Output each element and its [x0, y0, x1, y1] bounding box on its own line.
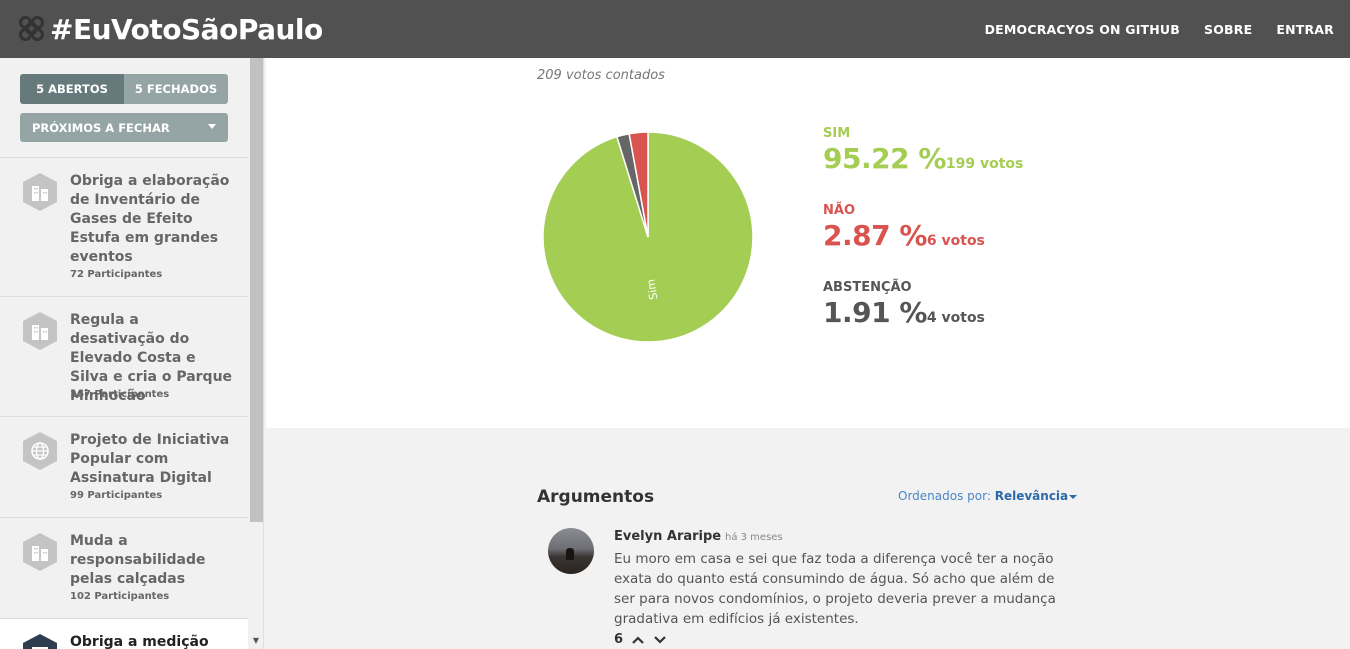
law-participants: 167 Participantes: [70, 389, 170, 400]
tab-closed[interactable]: 5 FECHADOS: [124, 74, 228, 104]
result-no-votes: 6 votos: [926, 233, 985, 249]
sort-dropdown-label: PRÓXIMOS A FECHAR: [32, 120, 170, 135]
results-panel: [266, 58, 1350, 428]
nav-entrar-link[interactable]: ENTRAR: [1276, 22, 1334, 37]
building-icon: [23, 533, 57, 571]
result-no-percent: 2.87 %: [823, 219, 927, 252]
comment-author[interactable]: Evelyn Araripe: [614, 529, 721, 544]
law-item[interactable]: Projeto de Iniciativa Popular com Assina…: [0, 416, 248, 517]
law-title: Obriga a medição: [70, 634, 209, 649]
sidebar: 5 ABERTOS 5 FECHADOS PRÓXIMOS A FECHAR O…: [0, 58, 264, 649]
order-value[interactable]: Relevância: [995, 489, 1068, 503]
results-pie-chart: Sim: [543, 132, 753, 342]
logo[interactable]: #EuVotoSãoPaulo: [18, 0, 323, 58]
comment-votes: 6: [614, 632, 667, 647]
result-yes-votes: 199 votos: [945, 156, 1024, 172]
law-participants: 72 Participantes: [70, 269, 163, 280]
comment-text: Eu moro em casa e sei que faz toda a dif…: [614, 551, 1056, 627]
chevron-down-icon: [208, 124, 216, 129]
building-icon: [23, 634, 57, 649]
law-item[interactable]: Regula a desativação do Elevado Costa e …: [0, 296, 248, 416]
result-yes: SIM 95.22 %199 votos: [823, 126, 1023, 175]
law-item[interactable]: Muda a responsabilidade pelas calçadas 1…: [0, 517, 248, 618]
sidebar-content: 5 ABERTOS 5 FECHADOS PRÓXIMOS A FECHAR O…: [0, 58, 248, 649]
avatar[interactable]: [548, 528, 594, 574]
downvote-icon[interactable]: [653, 635, 667, 645]
result-abstain-votes: 4 votos: [926, 310, 985, 326]
nav-sobre-link[interactable]: SOBRE: [1204, 22, 1252, 37]
globe-icon: [23, 432, 57, 470]
top-bar: #EuVotoSãoPaulo DEMOCRACYOS ON GITHUB SO…: [0, 0, 1350, 58]
sidebar-scrollbar-thumb[interactable]: [250, 58, 263, 522]
top-nav: DEMOCRACYOS ON GITHUB SOBRE ENTRAR: [961, 22, 1334, 37]
law-title: Muda a responsabilidade pelas calçadas: [70, 533, 206, 587]
chevron-down-icon: [1069, 494, 1078, 499]
comment-time: há 3 meses: [725, 532, 783, 543]
law-item[interactable]: Obriga a medição: [0, 618, 248, 649]
comment-score: 6: [614, 632, 624, 647]
arguments-title: Argumentos: [537, 487, 655, 507]
law-title: Obriga a elaboração de Inventário de Gas…: [70, 173, 230, 265]
scroll-down-icon[interactable]: ▼: [251, 636, 261, 646]
upvote-icon[interactable]: [631, 635, 645, 645]
result-abstain-percent: 1.91 %: [823, 296, 927, 329]
order-label: Ordenados por:: [898, 489, 991, 503]
law-participants: 99 Participantes: [70, 490, 163, 501]
result-yes-percent: 95.22 %: [823, 142, 946, 175]
status-toggle: 5 ABERTOS 5 FECHADOS: [20, 74, 228, 104]
votes-counted: 209 votos contados: [537, 68, 665, 83]
law-participants: 102 Participantes: [70, 591, 170, 602]
building-icon: [23, 173, 57, 211]
result-no-label: NÃO: [823, 203, 855, 218]
nav-github-link[interactable]: DEMOCRACYOS ON GITHUB: [985, 22, 1180, 37]
building-icon: [23, 312, 57, 350]
tab-open[interactable]: 5 ABERTOS: [20, 74, 124, 104]
law-item[interactable]: Obriga a elaboração de Inventário de Gas…: [0, 157, 248, 297]
result-abstain-label: ABSTENÇÃO: [823, 280, 912, 295]
result-abstain: ABSTENÇÃO 1.91 %4 votos: [823, 280, 985, 329]
logo-icon: [18, 14, 48, 44]
logo-text: #EuVotoSãoPaulo: [50, 12, 323, 46]
law-title: Projeto de Iniciativa Popular com Assina…: [70, 432, 230, 486]
result-yes-label: SIM: [823, 126, 851, 141]
sort-dropdown[interactable]: PRÓXIMOS A FECHAR: [20, 113, 228, 142]
result-no: NÃO 2.87 %6 votos: [823, 203, 985, 252]
order-selector[interactable]: Ordenados por: Relevância: [898, 489, 1078, 503]
